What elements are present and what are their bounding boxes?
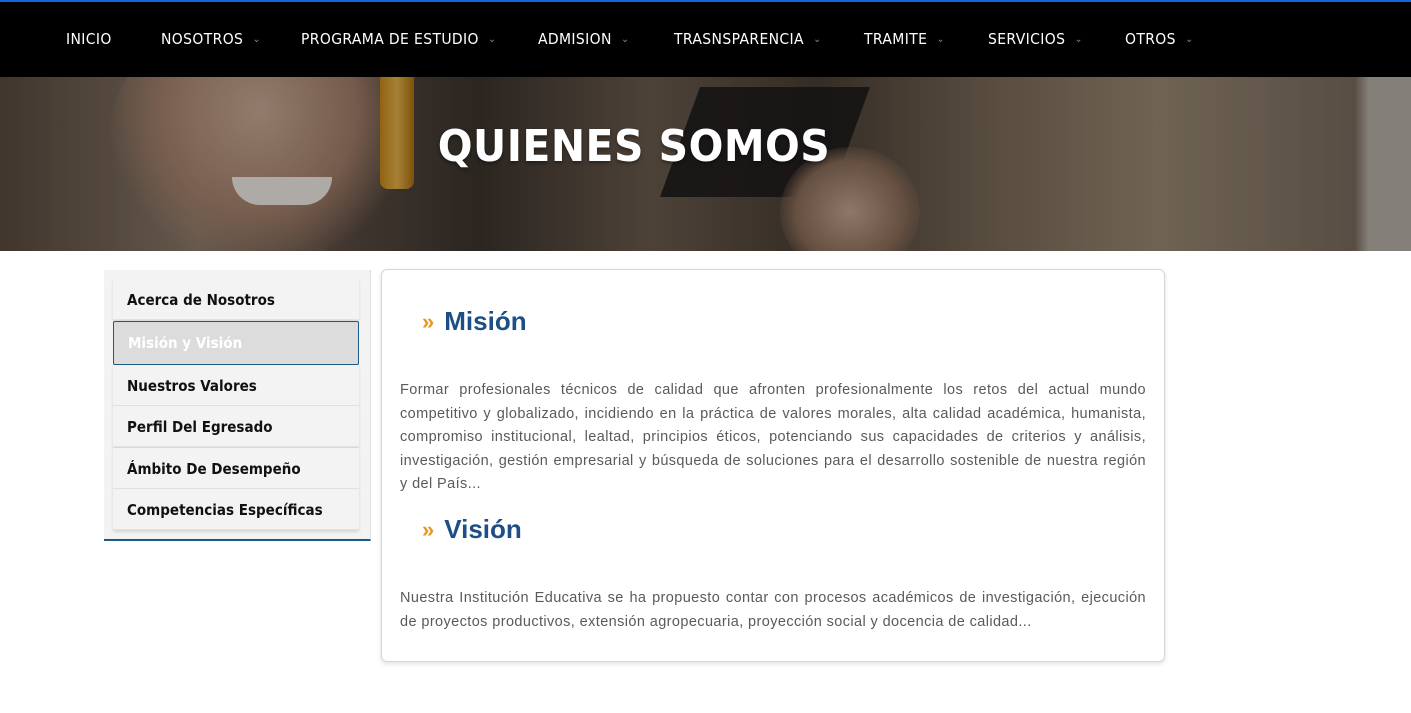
nav-item-label: ADMISION <box>538 30 612 48</box>
sidebar-item-label: Misión y Visión <box>128 334 243 352</box>
mision-heading: » Misión <box>422 306 527 337</box>
sidebar-item-label: Nuestros Valores <box>127 377 257 395</box>
sidebar-item-label: Perfil Del Egresado <box>127 418 273 436</box>
sidebar-item-label: Competencias Específicas <box>127 501 323 519</box>
double-chevron-right-icon: » <box>422 516 435 542</box>
mision-text: Formar profesionales técnicos de calidad… <box>400 382 1146 492</box>
nav-item-nosotros[interactable]: NOSOTROS ⌄ <box>161 30 261 48</box>
chevron-down-icon: ⌄ <box>1074 34 1083 45</box>
nav-item-label: TRAMITE <box>864 30 928 48</box>
nav-item-admision[interactable]: ADMISION ⌄ <box>538 30 629 48</box>
sidebar-item-acerca-de-nosotros[interactable]: Acerca de Nosotros <box>113 279 359 320</box>
nav-item-programa-de-estudio[interactable]: PROGRAMA DE ESTUDIO ⌄ <box>301 30 496 48</box>
vision-title: Visión <box>444 514 522 544</box>
sidebar-item-competencias-especificas[interactable]: Competencias Específicas <box>113 489 359 530</box>
nav-item-inicio[interactable]: INICIO <box>66 30 112 48</box>
sidebar-item-mision-y-vision[interactable]: Misión y Visión <box>113 321 359 365</box>
sidebar-item-label: Ámbito De Desempeño <box>127 460 301 478</box>
nav-item-label: NOSOTROS <box>161 30 244 48</box>
top-navigation-bar: INICIO NOSOTROS ⌄ PROGRAMA DE ESTUDIO ⌄ AD… <box>0 0 1411 77</box>
nav-item-label: PROGRAMA DE ESTUDIO <box>301 30 479 48</box>
nav-item-label: TRASNSPARENCIA <box>674 30 804 48</box>
chevron-down-icon: ⌄ <box>621 34 630 45</box>
chevron-down-icon: ⌄ <box>252 34 261 45</box>
chevron-down-icon: ⌄ <box>488 34 497 45</box>
vision-heading: » Visión <box>422 514 522 545</box>
sidebar-menu: Acerca de Nosotros Misión y Visión Nuest… <box>104 270 371 541</box>
sidebar-item-label: Acerca de Nosotros <box>127 291 275 309</box>
nav-item-servicios[interactable]: SERVICIOS ⌄ <box>988 30 1083 48</box>
chevron-down-icon: ⌄ <box>813 34 822 45</box>
mision-title: Misión <box>444 306 527 336</box>
main-nav: INICIO NOSOTROS ⌄ PROGRAMA DE ESTUDIO ⌄ AD… <box>0 2 1411 77</box>
nav-item-label: SERVICIOS <box>988 30 1066 48</box>
nav-item-tramite[interactable]: TRAMITE ⌄ <box>864 30 945 48</box>
vision-text: Nuestra Institución Educativa se ha prop… <box>400 590 1146 630</box>
nav-item-label: INICIO <box>66 30 112 48</box>
nav-item-otros[interactable]: OTROS ⌄ <box>1125 30 1193 48</box>
sidebar-item-perfil-del-egresado[interactable]: Perfil Del Egresado <box>113 406 359 447</box>
sidebar-item-ambito-de-desempeno[interactable]: Ámbito De Desempeño <box>113 448 359 489</box>
nav-item-transparencia[interactable]: TRASNSPARENCIA ⌄ <box>674 30 821 48</box>
double-chevron-right-icon: » <box>422 308 435 334</box>
hero-banner: QUIENES SOMOS <box>0 77 1411 251</box>
page-title: QUIENES SOMOS <box>437 121 831 172</box>
content-panel: » Misión Formar profesionales técnicos d… <box>381 269 1165 662</box>
nav-item-label: OTROS <box>1125 30 1176 48</box>
chevron-down-icon: ⌄ <box>936 34 945 45</box>
chevron-down-icon: ⌄ <box>1185 34 1194 45</box>
sidebar-item-nuestros-valores[interactable]: Nuestros Valores <box>113 365 359 406</box>
